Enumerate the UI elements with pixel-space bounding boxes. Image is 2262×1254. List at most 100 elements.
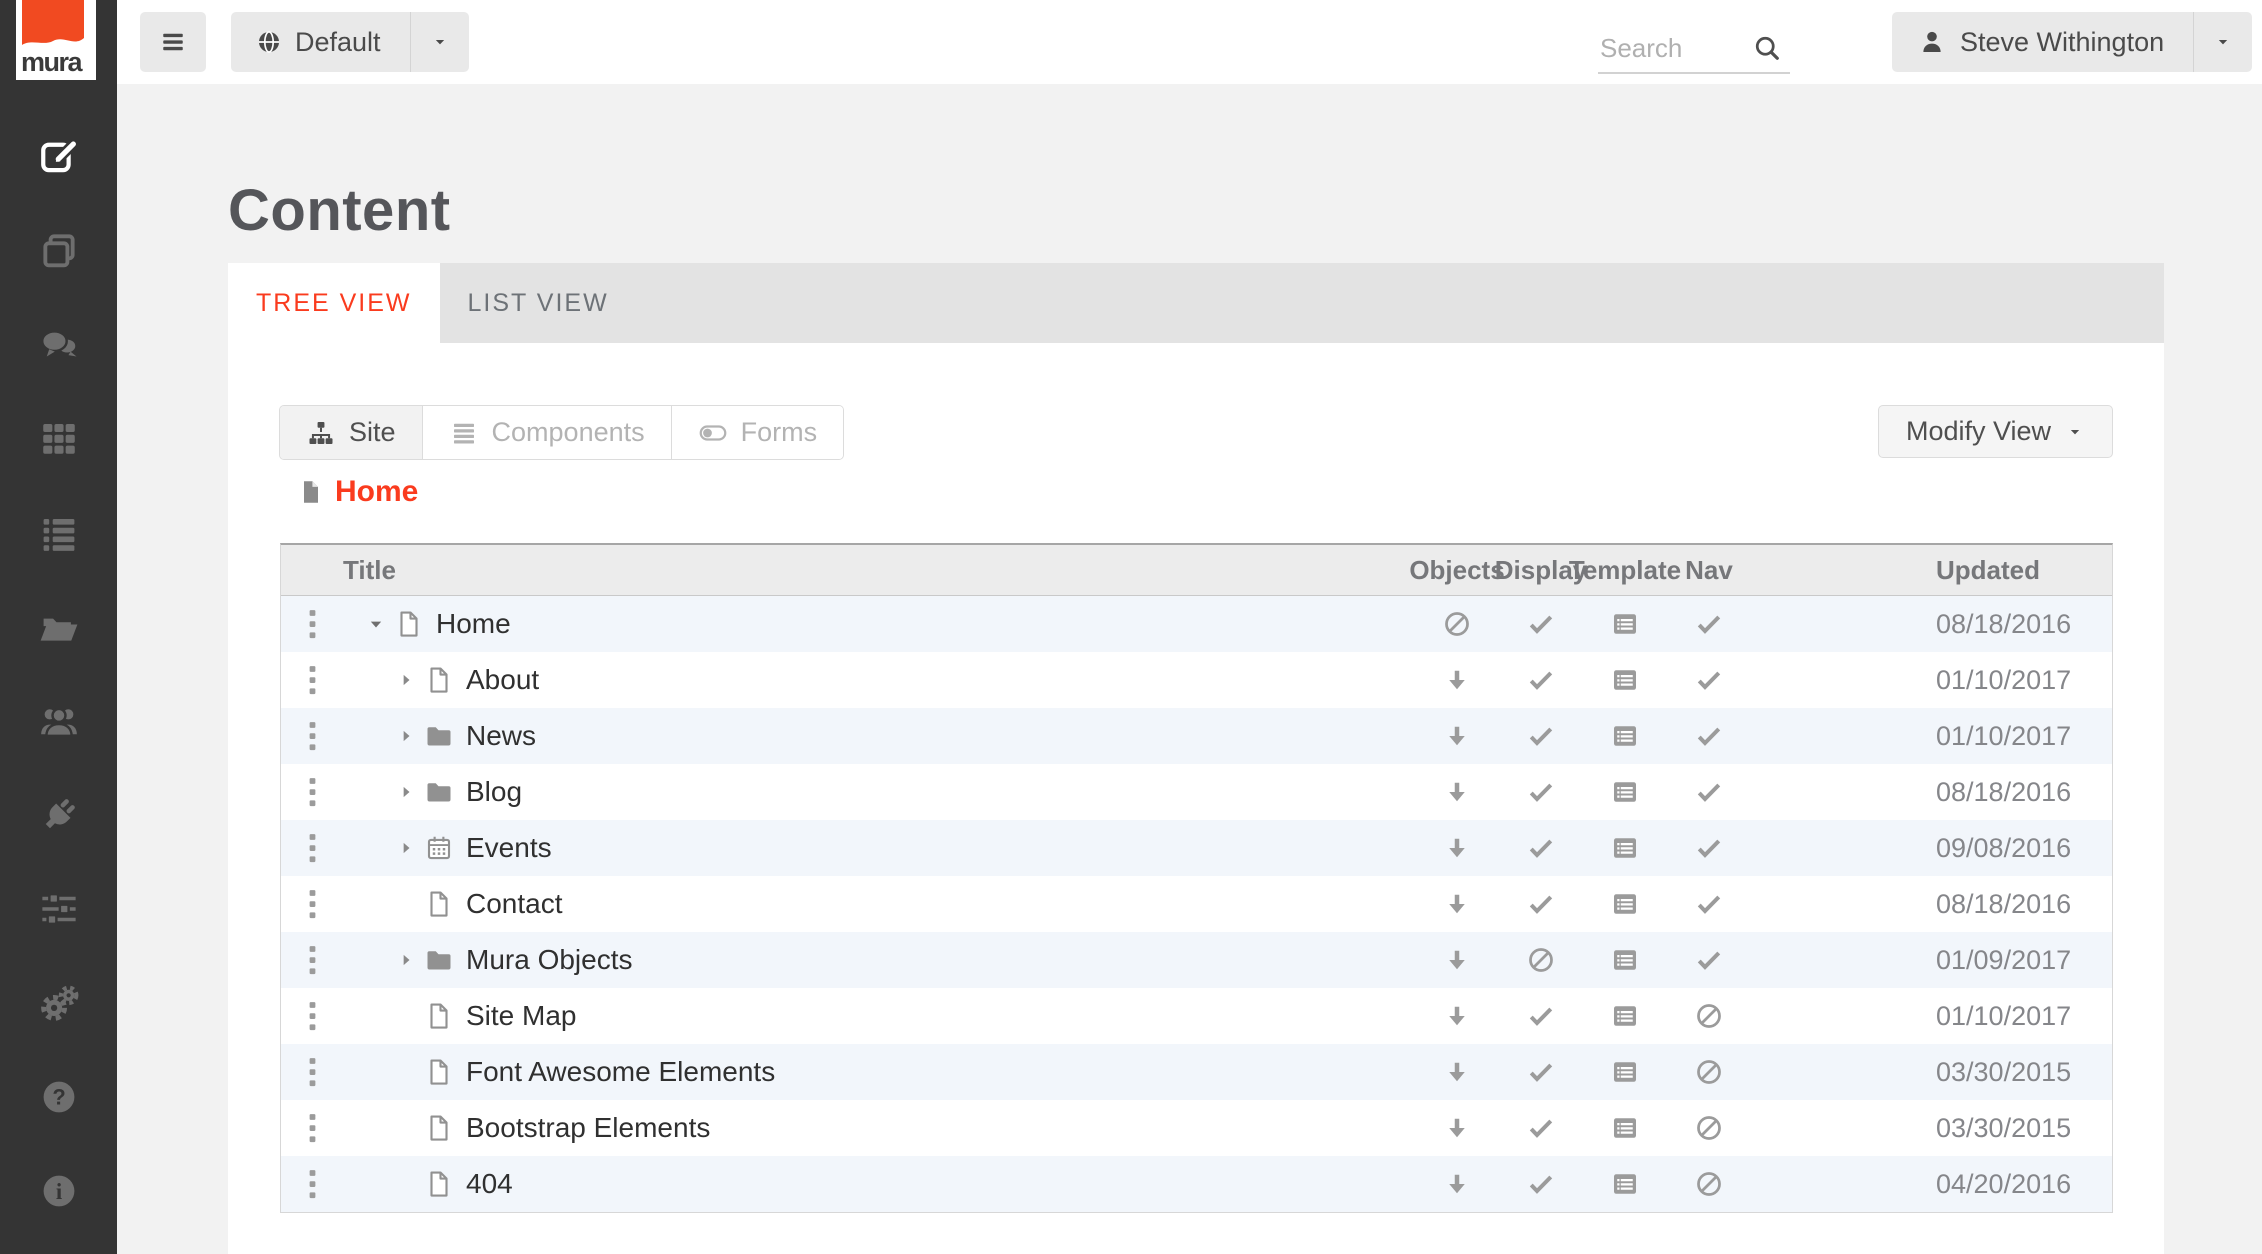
drag-handle-icon[interactable] <box>305 832 320 864</box>
sidebar-item-list[interactable] <box>0 488 117 582</box>
column-header-updated: Updated <box>1936 554 2040 585</box>
template-icon[interactable] <box>1610 1057 1640 1087</box>
row-title-link[interactable]: Font Awesome Elements <box>466 1056 775 1088</box>
drag-handle-icon[interactable] <box>305 1056 320 1088</box>
template-icon[interactable] <box>1610 889 1640 919</box>
folder-icon <box>424 945 454 975</box>
button-label: Components <box>491 417 645 447</box>
template-icon[interactable] <box>1610 1001 1640 1031</box>
row-updated-date: 01/10/2017 <box>1936 1000 2072 1031</box>
check-icon <box>1694 721 1724 751</box>
user-menu-button[interactable]: Steve Withington <box>1892 27 2193 58</box>
row-updated-date: 01/09/2017 <box>1936 944 2072 975</box>
template-icon[interactable] <box>1610 833 1640 863</box>
table-row[interactable]: News 01/10/2017 <box>281 708 2112 764</box>
sidebar-item-info[interactable] <box>0 1146 117 1240</box>
check-icon <box>1526 665 1556 695</box>
sitemap-icon <box>306 418 336 448</box>
sidebar-nav <box>0 112 117 1240</box>
hamburger-menu-button[interactable] <box>140 12 206 72</box>
check-icon <box>1694 777 1724 807</box>
tab-tree-view[interactable]: TREE VIEW <box>228 263 440 343</box>
modify-view-button[interactable]: Modify View <box>1878 405 2113 458</box>
row-title-link[interactable]: About <box>466 664 539 696</box>
table-row[interactable]: Events 09/08/2016 <box>281 820 2112 876</box>
drag-handle-icon[interactable] <box>305 776 320 808</box>
sidebar-item-copy[interactable] <box>0 206 117 300</box>
tab-list-view[interactable]: LIST VIEW <box>440 263 637 343</box>
table-row[interactable]: Home 08/18/2016 <box>281 596 2112 652</box>
caret-right-icon[interactable] <box>396 782 416 802</box>
drag-handle-icon[interactable] <box>305 720 320 752</box>
drag-handle-icon[interactable] <box>305 608 320 640</box>
row-updated-date: 03/30/2015 <box>1936 1056 2072 1087</box>
site-selector-caret-button[interactable] <box>411 32 469 52</box>
sidebar: mura <box>0 0 117 1254</box>
drag-handle-icon[interactable] <box>305 944 320 976</box>
table-row[interactable]: Mura Objects 01/09/2017 <box>281 932 2112 988</box>
file-icon <box>394 609 424 639</box>
breadcrumb-home[interactable]: Home <box>297 475 418 509</box>
row-title-link[interactable]: Contact <box>466 888 563 920</box>
table-row[interactable]: Font Awesome Elements 03/30/2015 <box>281 1044 2112 1100</box>
table-header: Title Objects Display Template Nav Updat… <box>281 545 2112 596</box>
row-title-link[interactable]: Blog <box>466 776 522 808</box>
sidebar-item-edit[interactable] <box>0 112 117 206</box>
components-button[interactable]: Components <box>421 406 671 459</box>
user-menu: Steve Withington <box>1892 12 2252 72</box>
drag-handle-icon[interactable] <box>305 1000 320 1032</box>
template-icon[interactable] <box>1610 721 1640 751</box>
file-icon <box>424 1001 454 1031</box>
row-title-link[interactable]: Bootstrap Elements <box>466 1112 710 1144</box>
modify-view-label: Modify View <box>1905 416 2052 446</box>
sidebar-item-comments[interactable] <box>0 300 117 394</box>
caret-right-icon[interactable] <box>396 950 416 970</box>
table-row[interactable]: Site Map 01/10/2017 <box>281 988 2112 1044</box>
table-row[interactable]: About 01/10/2017 <box>281 652 2112 708</box>
caret-right-icon[interactable] <box>396 670 416 690</box>
caret-down-icon[interactable] <box>366 614 386 634</box>
template-icon[interactable] <box>1610 1169 1640 1199</box>
drag-handle-icon[interactable] <box>305 888 320 920</box>
sidebar-item-plug[interactable] <box>0 770 117 864</box>
site-button[interactable]: Site <box>280 406 422 459</box>
mura-logo[interactable]: mura <box>16 0 96 80</box>
sidebar-item-grid[interactable] <box>0 394 117 488</box>
table-row[interactable]: Contact 08/18/2016 <box>281 876 2112 932</box>
user-menu-caret-button[interactable] <box>2194 32 2252 52</box>
sidebar-item-sliders[interactable] <box>0 864 117 958</box>
row-title-link[interactable]: Mura Objects <box>466 944 633 976</box>
site-selector-button[interactable]: Default <box>231 27 410 58</box>
table-row[interactable]: 404 04/20/2016 <box>281 1156 2112 1212</box>
edit-icon <box>38 136 80 183</box>
forms-button[interactable]: Forms <box>670 406 844 459</box>
table-row[interactable]: Bootstrap Elements 03/30/2015 <box>281 1100 2112 1156</box>
caret-right-icon[interactable] <box>396 726 416 746</box>
table-row[interactable]: Blog 08/18/2016 <box>281 764 2112 820</box>
template-icon[interactable] <box>1610 777 1640 807</box>
drag-handle-icon[interactable] <box>305 1168 320 1200</box>
template-icon[interactable] <box>1610 1113 1640 1143</box>
row-title-link[interactable]: Site Map <box>466 1000 577 1032</box>
drag-handle-icon[interactable] <box>305 1112 320 1144</box>
ban-icon <box>1442 609 1472 639</box>
sidebar-item-users[interactable] <box>0 676 117 770</box>
drag-handle-icon[interactable] <box>305 664 320 696</box>
row-title-link[interactable]: Home <box>436 608 511 640</box>
caret-right-icon[interactable] <box>396 838 416 858</box>
row-title-link[interactable]: 404 <box>466 1168 513 1200</box>
folder-open-icon <box>38 606 80 653</box>
search-icon[interactable] <box>1752 33 1782 63</box>
template-icon[interactable] <box>1610 945 1640 975</box>
file-icon <box>297 475 325 509</box>
sidebar-item-help[interactable] <box>0 1052 117 1146</box>
template-icon[interactable] <box>1610 609 1640 639</box>
template-icon[interactable] <box>1610 665 1640 695</box>
check-icon <box>1526 777 1556 807</box>
sidebar-item-folder-open[interactable] <box>0 582 117 676</box>
sidebar-item-gears[interactable] <box>0 958 117 1052</box>
row-title-link[interactable]: Events <box>466 832 552 864</box>
row-title-link[interactable]: News <box>466 720 536 752</box>
check-icon <box>1526 1001 1556 1031</box>
search-input[interactable] <box>1598 31 1752 65</box>
